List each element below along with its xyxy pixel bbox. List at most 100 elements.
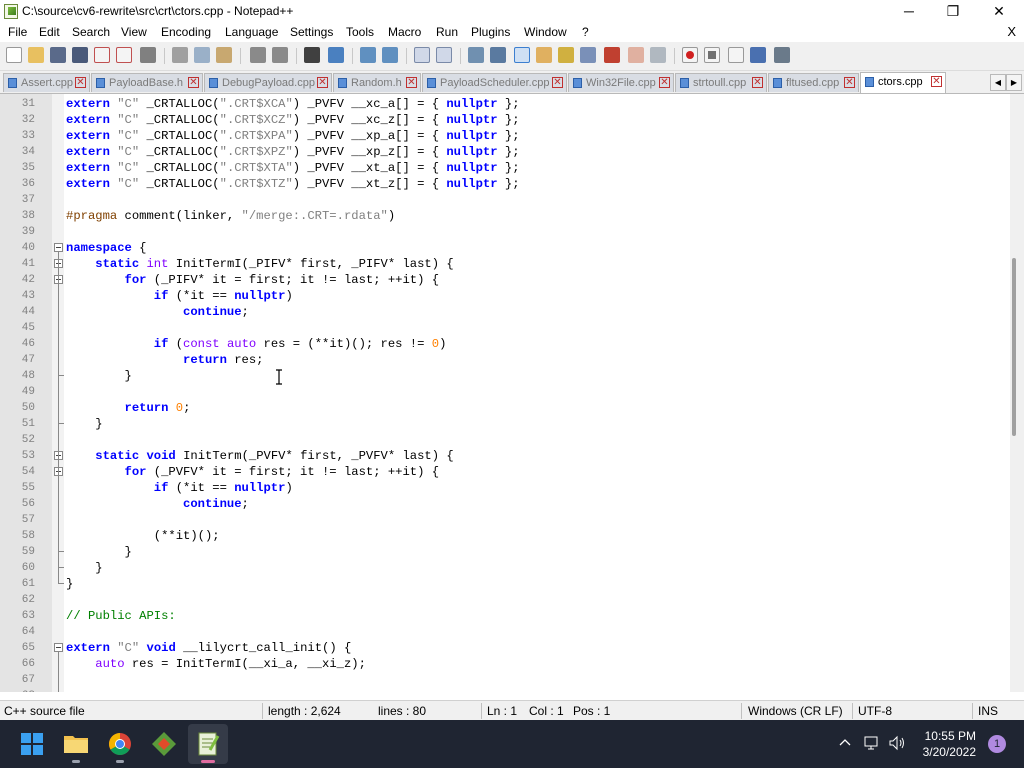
- code-text[interactable]: continue;: [66, 496, 249, 512]
- code-text[interactable]: extern "C" _CRTALLOC(".CRT$XPA") _PVFV _…: [66, 128, 520, 144]
- code-line[interactable]: 49: [0, 384, 1010, 400]
- code-text[interactable]: continue;: [66, 304, 249, 320]
- code-text[interactable]: if (*it == nullptr): [66, 480, 293, 496]
- tab-payloadscheduler-cpp[interactable]: PayloadScheduler.cpp ✕: [422, 73, 567, 92]
- save-icon[interactable]: [50, 47, 66, 63]
- code-line[interactable]: 67: [0, 672, 1010, 688]
- code-line[interactable]: 35 extern "C" _CRTALLOC(".CRT$XTA") _PVFV…: [0, 160, 1010, 176]
- code-text[interactable]: for (_PVFV* it = first; it != last; ++it…: [66, 464, 440, 480]
- open-file-icon[interactable]: [28, 47, 44, 63]
- code-text[interactable]: return res;: [66, 352, 263, 368]
- clock[interactable]: 10:55 PM 3/20/2022: [923, 728, 976, 760]
- paste-icon[interactable]: [216, 47, 232, 63]
- code-text[interactable]: }: [66, 368, 132, 384]
- redo-icon[interactable]: [272, 47, 288, 63]
- code-line[interactable]: 36 extern "C" _CRTALLOC(".CRT$XTZ") _PVFV…: [0, 176, 1010, 192]
- close-document-button[interactable]: X: [1007, 24, 1016, 39]
- doc-map-icon[interactable]: [558, 47, 574, 63]
- code-text[interactable]: extern "C" _CRTALLOC(".CRT$XTA") _PVFV _…: [66, 160, 520, 176]
- folder-as-workspace-icon[interactable]: [604, 47, 620, 63]
- monitoring-icon[interactable]: [628, 47, 644, 63]
- save-macro-icon[interactable]: [774, 47, 790, 63]
- code-text[interactable]: }: [66, 576, 73, 592]
- tab-close-icon[interactable]: ✕: [406, 77, 417, 88]
- code-line[interactable]: 57: [0, 512, 1010, 528]
- notepad-plus-plus-icon[interactable]: [188, 724, 228, 764]
- code-text[interactable]: extern "C" void __lilycrt_call_init() {: [66, 640, 351, 656]
- code-line[interactable]: 37: [0, 192, 1010, 208]
- record-macro-icon[interactable]: [682, 47, 698, 63]
- tab-close-icon[interactable]: ✕: [752, 77, 763, 88]
- code-editor[interactable]: 31 extern "C" _CRTALLOC(".CRT$XCA") _PVFV…: [0, 94, 1010, 692]
- volume-icon[interactable]: [888, 734, 906, 752]
- maximize-button[interactable]: ❐: [930, 0, 976, 22]
- save-all-icon[interactable]: [72, 47, 88, 63]
- tab-scroll-right-button[interactable]: ▶: [1006, 74, 1022, 91]
- chrome-icon[interactable]: [100, 724, 140, 764]
- chevron-up-icon[interactable]: [838, 736, 852, 750]
- code-line[interactable]: 66 auto res = InitTermI(__xi_a, __xi_z);: [0, 656, 1010, 672]
- function-list-icon[interactable]: [580, 47, 596, 63]
- code-line[interactable]: 47 return res;: [0, 352, 1010, 368]
- tab-close-icon[interactable]: ✕: [75, 77, 86, 88]
- code-text[interactable]: #pragma comment(linker, "/merge:.CRT=.rd…: [66, 208, 395, 224]
- code-text[interactable]: extern "C" _CRTALLOC(".CRT$XTZ") _PVFV _…: [66, 176, 520, 192]
- code-line[interactable]: 48 }: [0, 368, 1010, 384]
- notepad-plus-plus-icon[interactable]: [4, 4, 18, 19]
- undo-icon[interactable]: [250, 47, 266, 63]
- code-line[interactable]: 58 (**it)();: [0, 528, 1010, 544]
- code-line[interactable]: 38 #pragma comment(linker, "/merge:.CRT=.…: [0, 208, 1010, 224]
- code-text[interactable]: static void InitTerm(_PVFV* first, _PVFV…: [66, 448, 453, 464]
- code-line[interactable]: 60 }: [0, 560, 1010, 576]
- tab-win32file-cpp[interactable]: Win32File.cpp ✕: [568, 73, 674, 92]
- tab-debugpayload-cpp[interactable]: DebugPayload.cpp ✕: [204, 73, 332, 92]
- play-macro-icon[interactable]: [728, 47, 744, 63]
- code-text[interactable]: extern "C" _CRTALLOC(".CRT$XCA") _PVFV _…: [66, 96, 520, 112]
- tab-payloadbase-h[interactable]: PayloadBase.h ✕: [91, 73, 203, 92]
- code-line[interactable]: 45: [0, 320, 1010, 336]
- sync-vertical-icon[interactable]: [414, 47, 430, 63]
- code-text[interactable]: (**it)();: [66, 528, 220, 544]
- menu-file[interactable]: File: [8, 25, 27, 39]
- code-text[interactable]: if (const auto res = (**it)(); res != 0): [66, 336, 447, 352]
- code-line[interactable]: 44 continue;: [0, 304, 1010, 320]
- code-line[interactable]: 63 // Public APIs:: [0, 608, 1010, 624]
- sync-horizontal-icon[interactable]: [436, 47, 452, 63]
- notification-badge[interactable]: 1: [988, 735, 1006, 753]
- show-all-chars-icon[interactable]: [490, 47, 506, 63]
- fold-toggle-icon[interactable]: [54, 643, 63, 652]
- status-insert-mode[interactable]: INS: [978, 704, 998, 718]
- menu-run[interactable]: Run: [436, 25, 458, 39]
- tab-random-h[interactable]: Random.h ✕: [333, 73, 421, 92]
- tab-assert-cpp[interactable]: Assert.cpp ✕: [3, 73, 90, 92]
- code-line[interactable]: 43 if (*it == nullptr): [0, 288, 1010, 304]
- code-line[interactable]: 41 static int InitTermI(_PIFV* first, _P…: [0, 256, 1010, 272]
- menu-edit[interactable]: Edit: [39, 25, 60, 39]
- windows-start-icon[interactable]: [12, 724, 52, 764]
- scrollbar-thumb[interactable]: [1012, 258, 1016, 436]
- code-line[interactable]: 55 if (*it == nullptr): [0, 480, 1010, 496]
- minimize-button[interactable]: ─: [886, 0, 932, 22]
- code-text[interactable]: extern "C" _CRTALLOC(".CRT$XPZ") _PVFV _…: [66, 144, 520, 160]
- menu-macro[interactable]: Macro: [388, 25, 421, 39]
- code-text[interactable]: for (_PIFV* it = first; it != last; ++it…: [66, 272, 440, 288]
- tab-ctors-cpp[interactable]: ctors.cpp ✕: [860, 72, 946, 93]
- indent-guide-icon[interactable]: [514, 47, 530, 63]
- close-all-icon[interactable]: [116, 47, 132, 63]
- status-encoding[interactable]: UTF-8: [858, 704, 892, 718]
- code-line[interactable]: 46 if (const auto res = (**it)(); res !=…: [0, 336, 1010, 352]
- run-macro-multiple-icon[interactable]: [750, 47, 766, 63]
- code-line[interactable]: 53 static void InitTerm(_PVFV* first, _P…: [0, 448, 1010, 464]
- replace-icon[interactable]: [328, 47, 344, 63]
- tab-close-icon[interactable]: ✕: [188, 77, 199, 88]
- code-line[interactable]: 33 extern "C" _CRTALLOC(".CRT$XPA") _PVFV…: [0, 128, 1010, 144]
- code-line[interactable]: 40 namespace {: [0, 240, 1010, 256]
- tab-scroll-left-button[interactable]: ◀: [990, 74, 1006, 91]
- code-text[interactable]: auto res = InitTermI(__xi_a, __xi_z);: [66, 656, 366, 672]
- new-file-icon[interactable]: [6, 47, 22, 63]
- menu-settings[interactable]: Settings: [290, 25, 333, 39]
- menu-tools[interactable]: Tools: [346, 25, 374, 39]
- menu-search[interactable]: Search: [72, 25, 110, 39]
- code-line[interactable]: 65 extern "C" void __lilycrt_call_init() …: [0, 640, 1010, 656]
- udl-icon[interactable]: [536, 47, 552, 63]
